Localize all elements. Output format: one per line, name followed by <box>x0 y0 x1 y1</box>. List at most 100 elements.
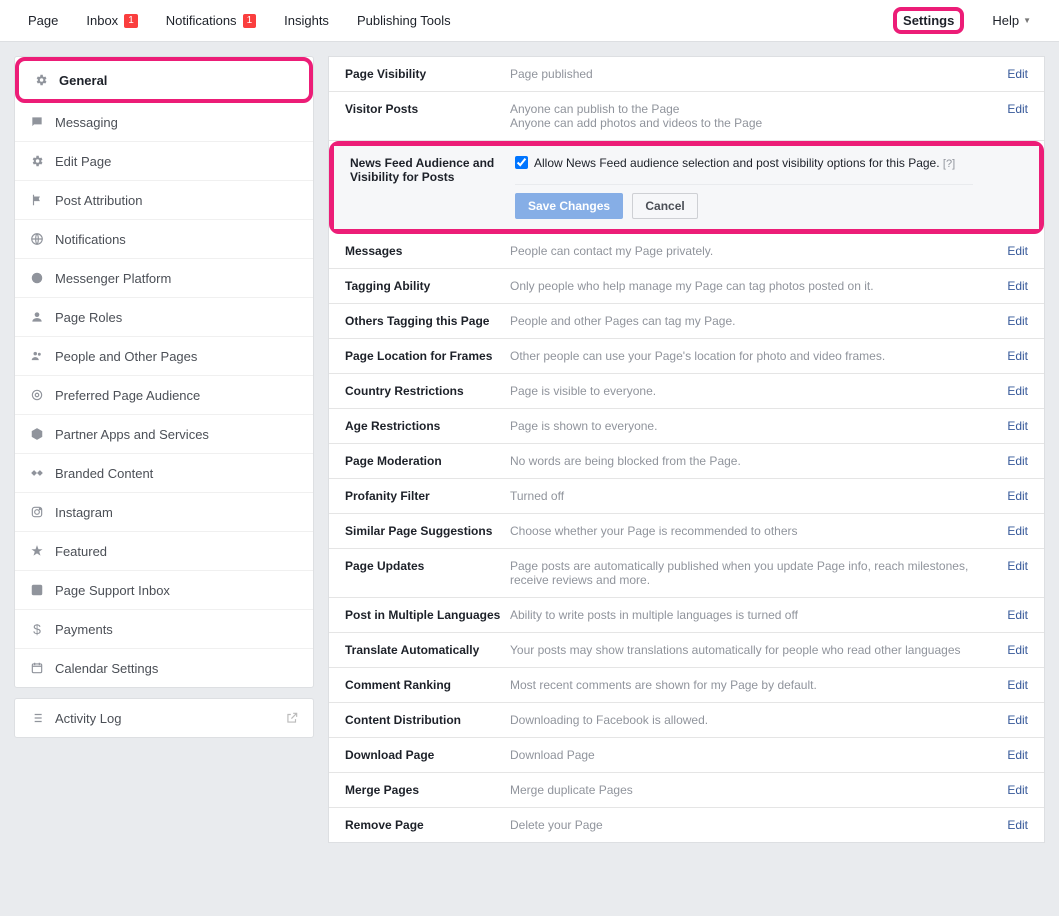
row-messages: Messages People can contact my Page priv… <box>329 234 1044 269</box>
calendar-icon <box>29 660 45 676</box>
row-content-distribution: Content Distribution Downloading to Face… <box>329 703 1044 738</box>
edit-link[interactable]: Edit <box>1007 524 1028 538</box>
edit-link[interactable]: Edit <box>1007 559 1028 573</box>
external-icon <box>285 711 299 725</box>
row-title: Page Updates <box>345 559 510 573</box>
sidebar-item-featured[interactable]: Featured <box>15 532 313 571</box>
row-title: Messages <box>345 244 510 258</box>
nav-inbox[interactable]: Inbox 1 <box>72 1 151 40</box>
row-title: Tagging Ability <box>345 279 510 293</box>
gear-icon <box>33 72 49 88</box>
row-value: Choose whether your Page is recommended … <box>510 524 988 538</box>
row-download-page: Download Page Download Page Edit <box>329 738 1044 773</box>
instagram-icon <box>29 504 45 520</box>
top-nav: Page Inbox 1 Notifications 1 Insights Pu… <box>0 0 1059 42</box>
news-feed-checkbox[interactable] <box>515 156 528 169</box>
edit-link[interactable]: Edit <box>1007 102 1028 116</box>
nav-insights[interactable]: Insights <box>270 1 343 40</box>
edit-link[interactable]: Edit <box>1007 384 1028 398</box>
sidebar-item-notifications[interactable]: Notifications <box>15 220 313 259</box>
sidebar-item-label: Notifications <box>55 232 299 247</box>
row-multiple-languages: Post in Multiple Languages Ability to wr… <box>329 598 1044 633</box>
row-value: Turned off <box>510 489 988 503</box>
sidebar-item-instagram[interactable]: Instagram <box>15 493 313 532</box>
row-page-moderation: Page Moderation No words are being block… <box>329 444 1044 479</box>
edit-link[interactable]: Edit <box>1007 279 1028 293</box>
edit-link[interactable]: Edit <box>1007 67 1028 81</box>
row-value: Page published <box>510 67 988 81</box>
nav-inbox-label: Inbox <box>86 13 118 28</box>
sidebar-item-preferred-audience[interactable]: Preferred Page Audience <box>15 376 313 415</box>
row-value: Most recent comments are shown for my Pa… <box>510 678 988 692</box>
help-link[interactable]: [?] <box>943 158 955 170</box>
row-page-visibility: Page Visibility Page published Edit <box>329 57 1044 92</box>
edit-link[interactable]: Edit <box>1007 349 1028 363</box>
edit-link[interactable]: Edit <box>1007 419 1028 433</box>
row-value: Only people who help manage my Page can … <box>510 279 988 293</box>
row-page-updates: Page Updates Page posts are automaticall… <box>329 549 1044 598</box>
nav-settings[interactable]: Settings <box>879 0 978 46</box>
edit-link[interactable]: Edit <box>1007 489 1028 503</box>
sidebar-item-messenger-platform[interactable]: Messenger Platform <box>15 259 313 298</box>
sidebar-item-general[interactable]: General <box>19 61 309 99</box>
inbox-badge: 1 <box>124 14 138 28</box>
sidebar-item-page-roles[interactable]: Page Roles <box>15 298 313 337</box>
sidebar-item-messaging[interactable]: Messaging <box>15 103 313 142</box>
edit-link[interactable]: Edit <box>1007 454 1028 468</box>
cancel-button[interactable]: Cancel <box>632 193 697 219</box>
edit-link[interactable]: Edit <box>1007 643 1028 657</box>
row-translate-automatically: Translate Automatically Your posts may s… <box>329 633 1044 668</box>
sidebar-item-label: General <box>59 73 295 88</box>
row-title: Page Location for Frames <box>345 349 510 363</box>
nav-page[interactable]: Page <box>14 1 72 40</box>
nav-help[interactable]: Help ▼ <box>978 1 1045 40</box>
nav-publishing-tools[interactable]: Publishing Tools <box>343 1 465 40</box>
edit-link[interactable]: Edit <box>1007 678 1028 692</box>
sidebar-item-label: Calendar Settings <box>55 661 299 676</box>
edit-link[interactable]: Edit <box>1007 748 1028 762</box>
row-value: Anyone can publish to the Page Anyone ca… <box>510 102 988 130</box>
row-news-feed: News Feed Audience and Visibility for Po… <box>334 146 1039 229</box>
sidebar: General Messaging Edit Page Post Attribu… <box>14 56 314 748</box>
sidebar-item-post-attribution[interactable]: Post Attribution <box>15 181 313 220</box>
edit-link[interactable]: Edit <box>1007 608 1028 622</box>
row-value: Page is shown to everyone. <box>510 419 988 433</box>
sidebar-item-page-support-inbox[interactable]: Page Support Inbox <box>15 571 313 610</box>
news-feed-checkbox-label: Allow News Feed audience selection and p… <box>534 156 940 170</box>
sidebar-item-payments[interactable]: $ Payments <box>15 610 313 649</box>
edit-link[interactable]: Edit <box>1007 783 1028 797</box>
sidebar-item-partner-apps[interactable]: Partner Apps and Services <box>15 415 313 454</box>
row-title: Page Visibility <box>345 67 510 81</box>
target-icon <box>29 387 45 403</box>
sidebar-activity-panel: Activity Log <box>14 698 314 738</box>
flag-icon <box>29 192 45 208</box>
sidebar-item-calendar-settings[interactable]: Calendar Settings <box>15 649 313 687</box>
edit-link[interactable]: Edit <box>1007 244 1028 258</box>
nav-notifications[interactable]: Notifications 1 <box>152 1 270 40</box>
edit-link[interactable]: Edit <box>1007 713 1028 727</box>
sidebar-item-activity-log[interactable]: Activity Log <box>15 699 313 737</box>
sidebar-item-label: Edit Page <box>55 154 299 169</box>
star-icon <box>29 543 45 559</box>
row-value: Page is visible to everyone. <box>510 384 988 398</box>
row-title: Country Restrictions <box>345 384 510 398</box>
row-value: Your posts may show translations automat… <box>510 643 988 657</box>
list-icon <box>29 710 45 726</box>
sidebar-item-edit-page[interactable]: Edit Page <box>15 142 313 181</box>
row-location-frames: Page Location for Frames Other people ca… <box>329 339 1044 374</box>
row-remove-page: Remove Page Delete your Page Edit <box>329 808 1044 842</box>
handshake-icon <box>29 465 45 481</box>
cube-icon <box>29 426 45 442</box>
row-value: Page posts are automatically published w… <box>510 559 988 587</box>
sidebar-item-people-other-pages[interactable]: People and Other Pages <box>15 337 313 376</box>
chevron-down-icon: ▼ <box>1023 16 1031 25</box>
sidebar-item-label: Messaging <box>55 115 299 130</box>
row-others-tagging: Others Tagging this Page People and othe… <box>329 304 1044 339</box>
edit-link[interactable]: Edit <box>1007 818 1028 832</box>
row-value: Other people can use your Page's locatio… <box>510 349 988 363</box>
row-value: Ability to write posts in multiple langu… <box>510 608 988 622</box>
edit-link[interactable]: Edit <box>1007 314 1028 328</box>
sidebar-item-branded-content[interactable]: Branded Content <box>15 454 313 493</box>
save-changes-button[interactable]: Save Changes <box>515 193 623 219</box>
row-value: Merge duplicate Pages <box>510 783 988 797</box>
